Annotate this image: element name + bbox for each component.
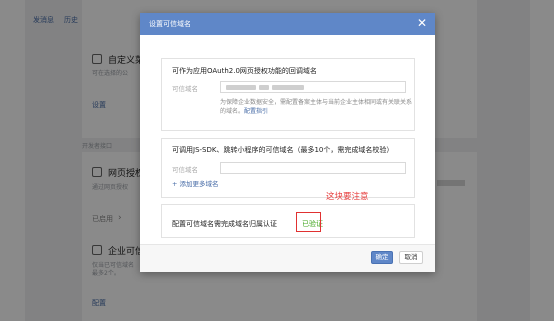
oauth-desc-line-1: 为保障企业数据安全，需配置备案主体与当前企业主体相同或有关联关系 xyxy=(220,99,413,106)
add-more-domains-link[interactable]: + 添加更多域名 xyxy=(172,178,219,188)
jssdk-section-title: 可调用JS-SDK、跳转小程序的可信域名（最多10个，需完成域名校验） xyxy=(172,146,394,154)
jssdk-domain-input[interactable] xyxy=(220,162,406,174)
redacted-domain xyxy=(226,85,256,90)
annotation-note: 这块要注意 xyxy=(326,192,369,202)
ownership-section-title: 配置可信域名需完成域名归属认证 xyxy=(172,220,277,228)
oauth-domain-label: 可信域名 xyxy=(172,85,198,93)
redacted-domain xyxy=(259,85,269,90)
dialog-header: 设置可信域名 ✕ xyxy=(140,13,435,35)
oauth-desc-line-2: 的域名。配置指引 xyxy=(220,106,268,115)
screenshot-stage: 发消息 历史 自定义菜 可在选择的公 设置 开发者接口 网页授权 通过网页授权 … xyxy=(0,0,554,321)
redacted-domain xyxy=(272,85,304,90)
dialog-footer: 确定 取消 xyxy=(140,244,435,272)
trusted-domain-dialog: 设置可信域名 ✕ 可作为应用OAuth2.0网页授权功能的回调域名 可信域名 为… xyxy=(140,13,435,272)
confirm-button[interactable]: 确定 xyxy=(371,251,393,264)
annotation-highlight-box xyxy=(296,212,321,232)
cancel-button[interactable]: 取消 xyxy=(399,251,423,264)
oauth-domain-section: 可作为应用OAuth2.0网页授权功能的回调域名 可信域名 为保障企业数据安全，… xyxy=(161,58,415,131)
config-guide-link[interactable]: 配置指引 xyxy=(244,108,268,115)
oauth-section-title: 可作为应用OAuth2.0网页授权功能的回调域名 xyxy=(172,67,317,75)
domain-ownership-section: 配置可信域名需完成域名归属认证 已验证 xyxy=(161,204,415,238)
oauth-domain-input[interactable] xyxy=(220,81,406,93)
oauth-desc-text: 的域名。 xyxy=(220,108,245,115)
close-icon[interactable]: ✕ xyxy=(417,16,427,30)
dialog-title: 设置可信域名 xyxy=(149,20,191,28)
jssdk-domain-section: 可调用JS-SDK、跳转小程序的可信域名（最多10个，需完成域名校验） 可信域名… xyxy=(161,138,415,198)
jssdk-domain-label: 可信域名 xyxy=(172,166,198,174)
